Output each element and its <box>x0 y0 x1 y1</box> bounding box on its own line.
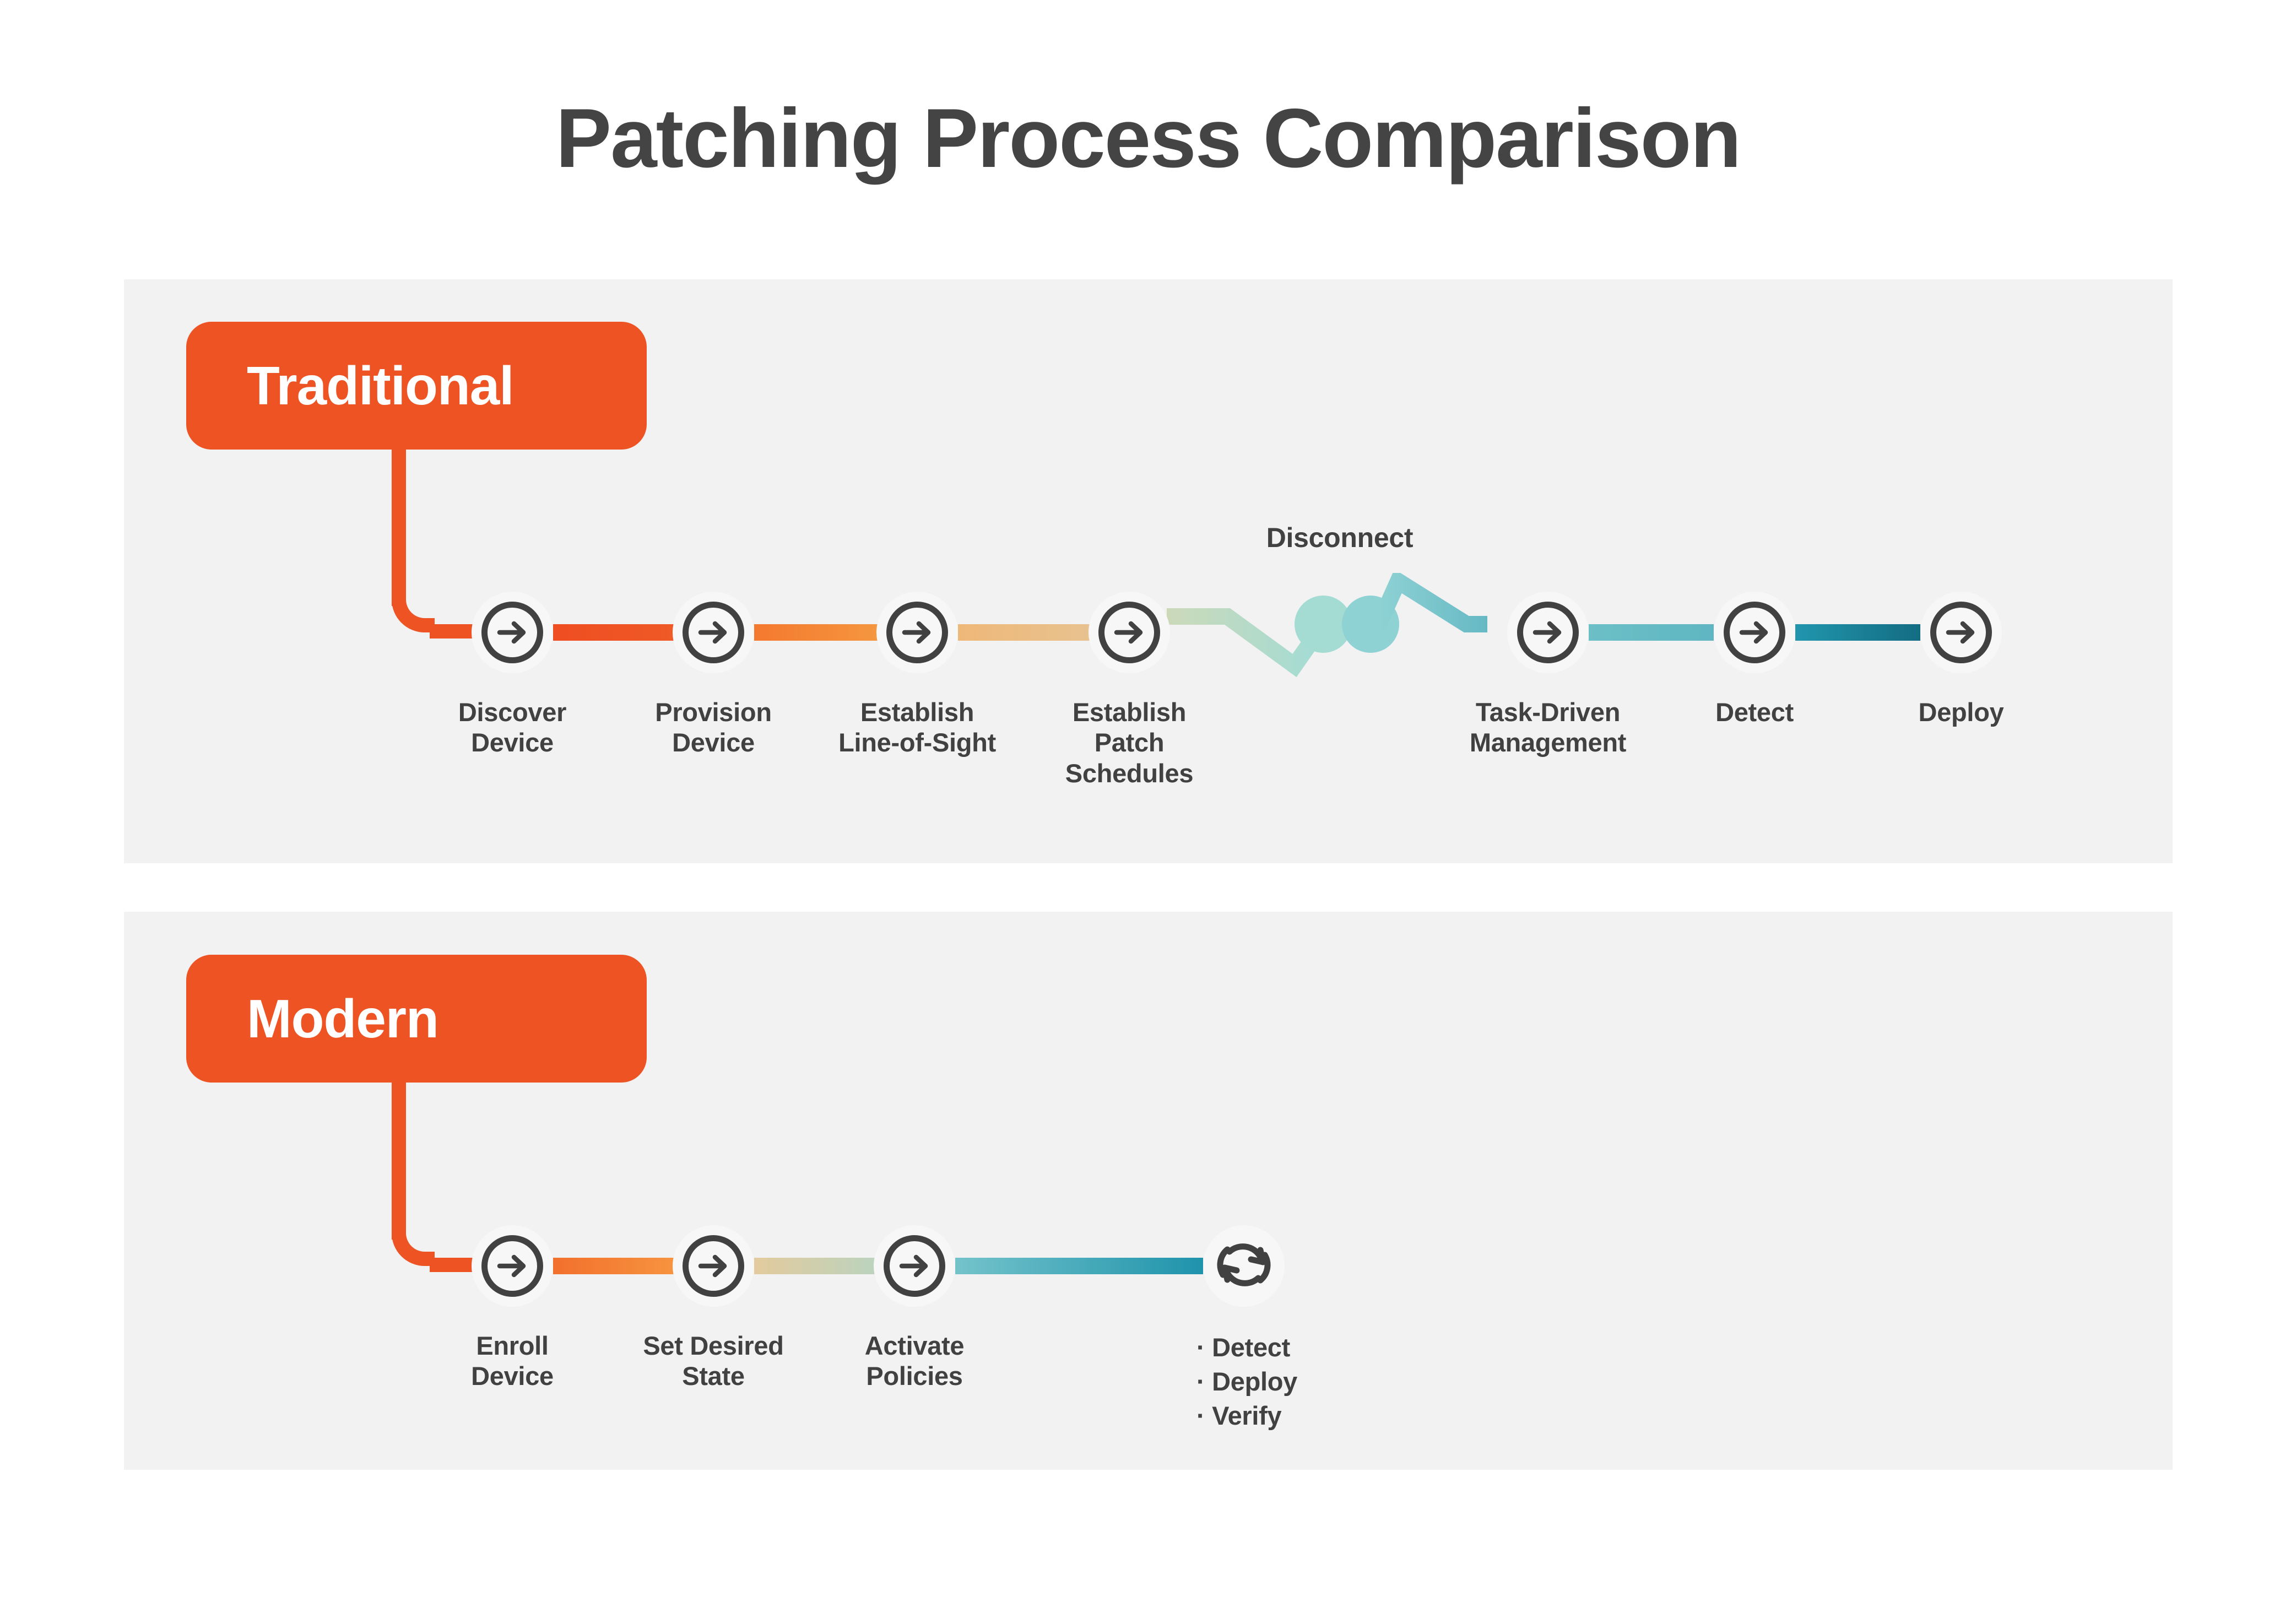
step-node[interactable] <box>1507 592 1589 673</box>
arrow-right-icon <box>886 602 948 663</box>
step-label-line: Activate <box>864 1331 965 1360</box>
arrow-right-icon <box>683 1235 744 1297</box>
step-node[interactable] <box>673 1225 754 1307</box>
step-label-line: Establish <box>1072 697 1187 727</box>
connector-segment <box>1795 624 1920 641</box>
step-label-line: Deploy <box>1918 697 2004 727</box>
cycle-bullet-item: · Detect <box>1196 1333 1290 1362</box>
step-node[interactable] <box>472 1225 553 1307</box>
arrow-right-icon <box>1724 602 1785 663</box>
step-node[interactable] <box>472 592 553 673</box>
arrow-right-icon <box>1930 602 1992 663</box>
disconnect-label: Disconnect <box>1266 522 1414 553</box>
arrow-right-icon <box>1517 602 1579 663</box>
step-label-line: Policies <box>866 1361 963 1391</box>
badge-traditional-label: Traditional <box>247 355 515 416</box>
page-title: Patching Process Comparison <box>555 91 1742 185</box>
badge-traditional[interactable]: Traditional <box>186 322 647 450</box>
connector-segment <box>553 624 674 641</box>
step-label-line: Patch <box>1094 728 1165 757</box>
step-label: Activate Policies <box>788 1330 1041 1392</box>
step-node[interactable] <box>1920 592 2002 673</box>
step-node[interactable] <box>874 1225 955 1307</box>
step-node[interactable] <box>673 592 754 673</box>
cycle-node[interactable] <box>1203 1225 1285 1307</box>
badge-modern[interactable]: Modern <box>186 955 647 1083</box>
cycle-bullet-list: · Detect · Deploy · Verify <box>1196 1330 1297 1433</box>
cycle-bullet-item: · Deploy <box>1196 1367 1298 1397</box>
connector-segment <box>1589 624 1714 641</box>
step-node[interactable] <box>1714 592 1795 673</box>
disconnect-cable-graphic <box>1167 573 1487 678</box>
step-node[interactable] <box>1089 592 1170 673</box>
step-label: Deploy <box>1834 697 2088 727</box>
cycle-bullet-item: · Verify <box>1196 1401 1282 1431</box>
connector-segment <box>958 624 1090 641</box>
arrow-right-icon <box>683 602 744 663</box>
step-label: Establish Patch Schedules <box>1003 697 1256 788</box>
connector-segment <box>955 1258 1203 1274</box>
step-label-line: Management <box>1469 728 1627 757</box>
step-node[interactable] <box>876 592 958 673</box>
arrow-right-icon <box>481 1235 543 1297</box>
arrow-right-icon <box>884 1235 945 1297</box>
refresh-cycle-icon <box>1211 1232 1277 1301</box>
step-label-line: Schedules <box>1065 758 1194 788</box>
connector-segment <box>754 624 878 641</box>
connector-segment <box>553 1258 674 1274</box>
arrow-right-icon <box>481 602 543 663</box>
connector-segment <box>754 1258 875 1274</box>
badge-modern-label: Modern <box>247 988 439 1049</box>
arrow-right-icon <box>1098 602 1160 663</box>
